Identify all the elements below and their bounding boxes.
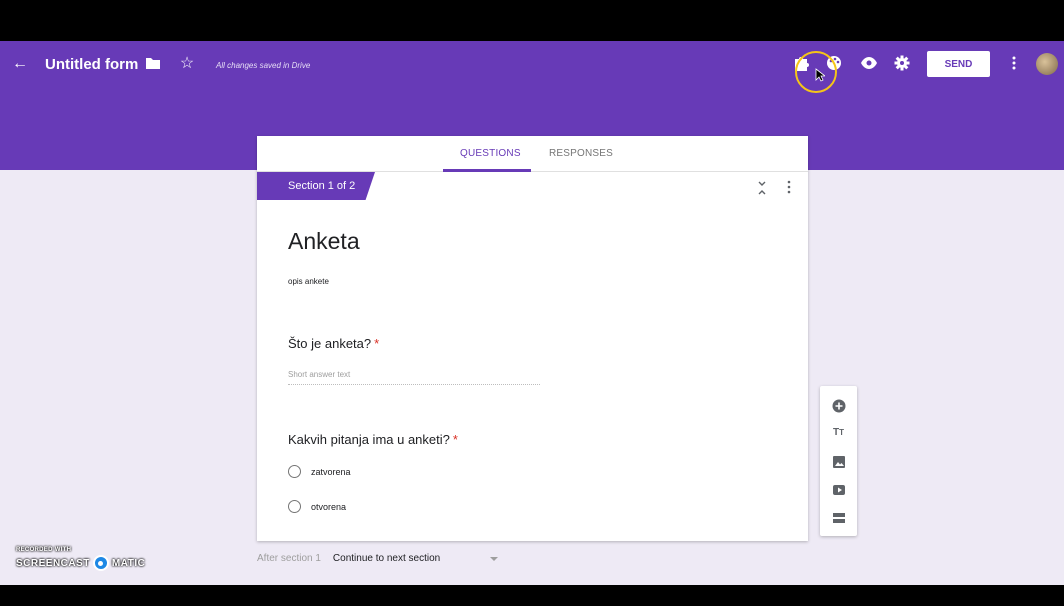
after-section-select[interactable]: Continue to next section [333, 553, 440, 564]
watermark-right: MATIC [111, 557, 146, 569]
question-text: Što je anketa? [288, 336, 372, 351]
watermark-row: SCREENCAST MATIC [16, 555, 145, 571]
add-section-icon[interactable] [830, 509, 847, 526]
add-question-icon[interactable] [830, 397, 847, 414]
option-label: zatvorena [311, 466, 351, 477]
tab-responses[interactable]: RESPONSES [549, 148, 613, 159]
required-mark: * [374, 336, 380, 351]
send-button[interactable]: SEND [927, 51, 990, 77]
short-answer-field[interactable]: Short answer text [288, 370, 540, 385]
radio-circle-icon[interactable] [288, 500, 301, 513]
settings-gear-icon[interactable] [893, 54, 911, 72]
save-status: All changes saved in Drive [216, 61, 311, 70]
form-description[interactable]: opis ankete [288, 277, 329, 286]
watermark-left: SCREENCAST [16, 557, 90, 569]
tab-questions[interactable]: QUESTIONS [460, 148, 521, 159]
watermark-top: RECORDED WITH [16, 547, 72, 553]
add-video-icon[interactable] [830, 481, 847, 498]
watermark-logo-icon [92, 555, 109, 571]
preview-eye-icon[interactable] [860, 56, 878, 70]
radio-circle-icon[interactable] [288, 465, 301, 478]
folder-icon[interactable] [145, 56, 161, 70]
question-toolbox: TT [820, 386, 857, 536]
tab-bar: QUESTIONS RESPONSES [257, 136, 808, 172]
screen: ← Untitled form ☆ All changes saved in D… [0, 0, 1064, 606]
form-card: QUESTIONS RESPONSES Section 1 of 2 Anket… [257, 136, 808, 541]
section-more-icon[interactable] [787, 180, 795, 196]
forms-app: ← Untitled form ☆ All changes saved in D… [0, 41, 1064, 585]
star-icon[interactable]: ☆ [178, 54, 196, 72]
option-label: otvorena [311, 501, 347, 512]
after-section-control: After section 1 Continue to next section [257, 553, 499, 564]
more-vert-icon[interactable] [1008, 53, 1020, 73]
watermark: RECORDED WITH SCREENCAST MATIC [16, 547, 145, 571]
back-arrow-icon[interactable]: ← [10, 54, 30, 74]
section-label: Section 1 of 2 [288, 180, 356, 192]
form-title[interactable]: Untitled form [45, 56, 138, 73]
add-image-icon[interactable] [830, 453, 847, 470]
section-badge: Section 1 of 2 [257, 172, 375, 200]
collapse-section-icon[interactable] [756, 180, 768, 196]
add-title-icon[interactable]: TT [830, 424, 847, 441]
question-text: Kakvih pitanja ima u anketi? [288, 432, 450, 447]
radio-option[interactable]: otvorena [288, 500, 346, 513]
required-mark: * [452, 432, 458, 447]
radio-option[interactable]: zatvorena [288, 465, 351, 478]
question-title[interactable]: Što je anketa? * [288, 336, 379, 351]
form-heading[interactable]: Anketa [288, 228, 360, 255]
avatar[interactable] [1036, 53, 1058, 75]
question-title[interactable]: Kakvih pitanja ima u anketi? * [288, 432, 458, 447]
active-tab-indicator [443, 169, 531, 172]
dropdown-arrow-icon[interactable] [490, 556, 499, 561]
after-section-label: After section 1 [257, 553, 321, 564]
mouse-cursor-icon [815, 68, 825, 82]
